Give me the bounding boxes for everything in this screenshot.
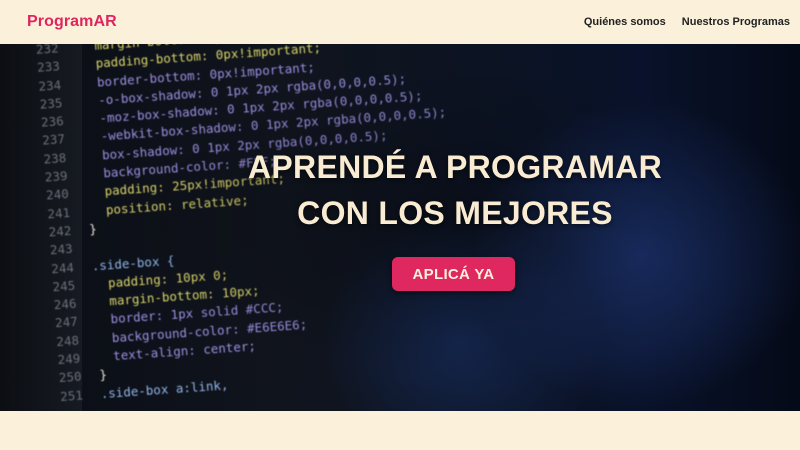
hero-headline-line-2: CON LOS MEJORES (297, 195, 613, 231)
nav-links: Quiénes somos Nuestros Programas (584, 16, 790, 28)
hero-headline: APRENDÉ A PROGRAMAR CON LOS MEJORES (0, 144, 800, 236)
brand-logo-link[interactable]: ProgramAR (27, 13, 117, 31)
apply-now-button[interactable]: APLICÁ YA (392, 257, 515, 291)
nav-link-nuestros-programas[interactable]: Nuestros Programas (682, 16, 790, 28)
hero-headline-line-1: APRENDÉ A PROGRAMAR (247, 149, 662, 185)
navbar: ProgramAR Quiénes somos Nuestros Program… (0, 0, 800, 44)
nav-link-quienes-somos[interactable]: Quiénes somos (584, 16, 666, 28)
page-bottom-area (0, 411, 800, 450)
hero-section: 232margin-bottom: 0px!important;233paddi… (0, 44, 800, 411)
